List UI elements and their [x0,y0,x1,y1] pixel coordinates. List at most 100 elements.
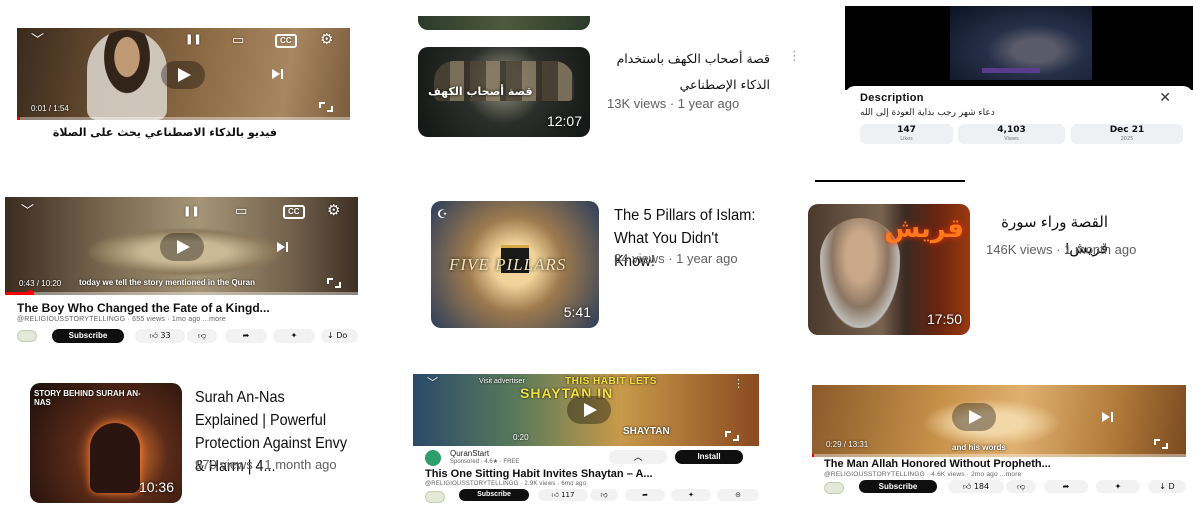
next-video-icon[interactable] [1102,412,1113,425]
video-list-item-an-nas[interactable]: STORY BEHIND SURAH AN-NAS 10:36 Surah An… [30,383,365,506]
stat-label: Views [1004,136,1019,142]
next-video-icon[interactable] [277,242,288,255]
subscribe-button[interactable]: Subscribe [459,489,529,501]
thumbnail-text: قريش [884,214,964,244]
video-tile-man-honored: 0:29 / 13:31 and his words The Man Allah… [812,385,1193,506]
person-figure [87,30,167,120]
subscribe-button[interactable]: Subscribe [52,329,124,343]
video-player-dark[interactable] [845,6,1193,90]
cast-icon[interactable]: ▭ [232,34,244,47]
save-button[interactable]: ⊝ [717,489,759,501]
video-thumbnail[interactable]: STORY BEHIND SURAH AN-NAS 10:36 [30,383,182,503]
video-list-item-quraysh[interactable]: قريش 17:50 القصة وراء سورة قريش! 146K vi… [808,204,1193,336]
video-player[interactable]: THIS HABIT LETS SHAYTAN IN SHAYTAN ﹀ Vis… [413,374,759,446]
ad-avatar[interactable] [425,450,441,466]
more-options-icon[interactable]: ⋮ [733,378,744,389]
video-player[interactable]: ﹀ ❚❚ ▭ CC ⚙ 0:43 / 10:20 today we tell t… [5,197,358,295]
visit-advertiser-link[interactable]: Visit advertiser [479,378,525,385]
fullscreen-icon[interactable] [1154,439,1168,449]
fullscreen-icon[interactable] [319,102,333,112]
progress-scrubber[interactable] [27,290,34,295]
description-heading: Description [860,92,924,104]
fullscreen-icon[interactable] [327,278,341,288]
settings-gear-icon[interactable]: ⚙ [327,203,340,218]
captions-icon[interactable]: CC [275,34,297,48]
collapse-chevron-icon[interactable]: ﹀ [31,34,44,47]
ad-name[interactable]: QuranStart [450,449,489,458]
stat-value: Dec 21 [1109,125,1145,135]
video-title[interactable]: The Boy Who Changed the Fate of a Kingd.… [17,301,362,315]
like-icon: 👍︎ [551,491,559,499]
remix-button[interactable]: ✦ [671,489,711,501]
description-panel: Description ✕ دعاء شهر رجب بداية العودة … [845,86,1193,146]
settings-gear-icon[interactable]: ⚙ [320,32,333,47]
stat-value: 147 [897,125,916,135]
progress-bar[interactable] [812,454,1186,457]
thumbnail-moon-icon: ☪ [437,207,448,221]
share-button[interactable]: ➦ [1044,480,1088,493]
collapse-chevron-icon[interactable]: ﹀ [21,205,34,218]
video-title[interactable]: This One Sitting Habit Invites Shaytan –… [425,468,759,480]
download-button[interactable]: ↓ D [1148,480,1186,493]
like-button[interactable]: 👍︎ 184 [948,480,1004,493]
progress-bar[interactable] [5,292,358,295]
share-button[interactable]: ➦ [225,329,267,343]
video-thumbnail[interactable]: قريش 17:50 [808,204,970,335]
dislike-button[interactable]: 👎︎ [590,489,618,501]
video-tile-ai-prayer: ﹀ ❚❚ ▭ CC ⚙ 0:01 / 1:54 فيديو بالذكاء ال… [17,28,350,148]
channel-line[interactable]: @RELIGIOUSSTORYTELLINGG · 655 views · 1m… [17,316,226,323]
playback-time: 0:20 [513,433,529,442]
divider-line [815,180,965,182]
channel-avatar[interactable] [17,330,37,342]
next-video-icon[interactable] [272,69,283,82]
stat-value: 4,103 [997,125,1026,135]
like-button[interactable]: 👍︎ 117 [538,489,588,501]
install-button[interactable]: Install [675,450,743,464]
video-list-item-pillars[interactable]: ☪ FIVE PILLARS 5:41 The 5 Pillars of Isl… [431,201,771,329]
captions-icon[interactable]: CC [283,205,305,219]
dislike-icon: 👎︎ [1016,482,1026,491]
thumbnail-text: FIVE PILLARS [449,255,567,274]
close-icon[interactable]: ✕ [1159,89,1171,106]
progress-bar[interactable] [17,117,350,120]
video-title[interactable]: قصة أصحاب الكهف باستخدام الذكاء الإصطناع… [604,46,770,98]
share-button[interactable]: ➦ [625,489,665,501]
video-duration: 17:50 [926,311,962,327]
pause-small-icon[interactable]: ❚❚ [185,35,202,45]
cast-icon[interactable]: ▭ [235,205,247,218]
play-button[interactable] [567,396,611,424]
channel-line[interactable]: @RELIGIOUSSTORYTELLINGG · 2.9K views · 6… [425,481,586,487]
video-meta: 34 views · 1 year ago [614,251,738,266]
fullscreen-icon[interactable] [725,431,739,441]
remix-button[interactable]: ✦ [273,329,315,343]
sparkle-icon: ✦ [290,331,298,340]
share-icon: ➦ [642,491,648,499]
progress-fill [5,292,29,295]
channel-line[interactable]: @RELIGIOUSSTORYTELLINGG · 4.6K views · 2… [824,471,1021,478]
like-icon: 👍︎ [962,482,972,491]
remix-button[interactable]: ✦ [1096,480,1140,493]
play-button[interactable] [160,233,204,261]
dislike-button[interactable]: 👎︎ [187,329,217,343]
video-player[interactable]: ﹀ ❚❚ ▭ CC ⚙ 0:01 / 1:54 [17,28,350,120]
dislike-button[interactable]: 👎︎ [1006,480,1036,493]
pause-small-icon[interactable]: ❚❚ [183,207,200,217]
video-player[interactable]: 0:29 / 13:31 and his words [812,385,1186,457]
sparkle-icon: ✦ [688,491,694,499]
channel-avatar[interactable] [824,482,844,494]
video-title[interactable]: The Man Allah Honored Without Propheth..… [824,458,1186,470]
collapse-chevron-icon[interactable]: ﹀ [427,377,438,388]
video-list-item-cave[interactable]: قصة أصحاب الكهف 12:07 قصة أصحاب الكهف با… [418,16,801,141]
download-icon: ↓ [327,331,334,340]
download-button[interactable]: ↓ Do [321,329,358,343]
like-button[interactable]: 👍︎ 33 [135,329,185,343]
channel-avatar[interactable] [425,491,445,503]
subscribe-button[interactable]: Subscribe [859,480,937,493]
play-button[interactable] [161,61,205,89]
play-button[interactable] [952,403,996,431]
stat-date: Dec 21 2025 [1071,124,1183,144]
ad-expand-button[interactable]: ︿ [609,450,667,464]
video-thumbnail[interactable]: ☪ FIVE PILLARS 5:41 [431,201,599,328]
more-options-icon[interactable]: ⋮ [788,48,801,64]
video-thumbnail[interactable]: قصة أصحاب الكهف 12:07 [418,47,590,137]
